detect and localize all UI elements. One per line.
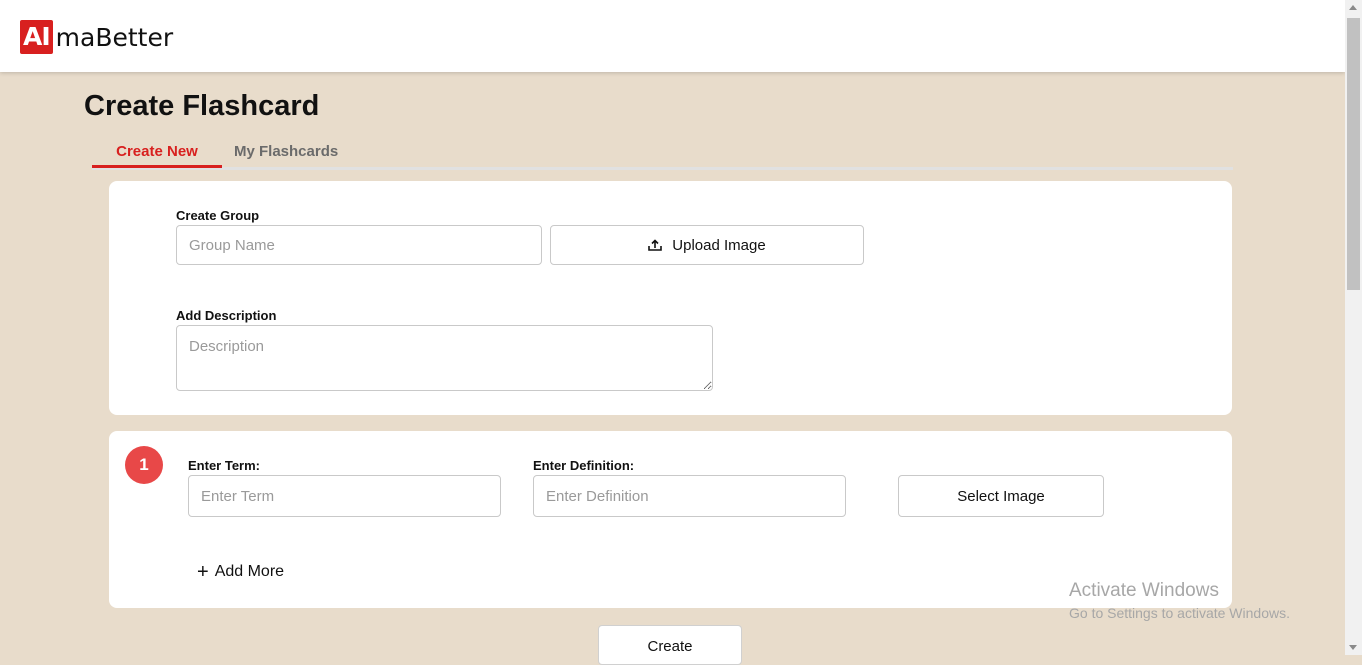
definition-label: Enter Definition:: [533, 458, 635, 473]
add-description-label: Add Description: [176, 308, 277, 323]
watermark-subtitle: Go to Settings to activate Windows.: [1069, 605, 1290, 621]
upload-image-button[interactable]: Upload Image: [550, 225, 864, 265]
term-card: 1 Enter Term: Enter Definition: Select I…: [109, 431, 1232, 608]
group-details-card: Create Group Upload Image Add Descriptio…: [109, 181, 1232, 415]
scrollbar-thumb[interactable]: [1347, 18, 1360, 290]
add-more-label: Add More: [214, 563, 285, 580]
plus-icon: +: [197, 561, 209, 583]
page-scrollbar[interactable]: [1345, 0, 1362, 655]
scroll-down-arrow-icon[interactable]: [1349, 645, 1357, 650]
group-name-input[interactable]: [176, 225, 542, 265]
term-input[interactable]: [188, 475, 501, 517]
tab-bar: Create New My Flashcards: [92, 143, 1233, 170]
description-textarea[interactable]: [176, 325, 713, 391]
page-title: Create Flashcard: [84, 90, 320, 122]
upload-image-label: Upload Image: [672, 236, 766, 254]
logo-badge: AI: [20, 20, 53, 54]
create-group-label: Create Group: [176, 208, 260, 223]
top-navbar: AI maBetter: [0, 0, 1345, 72]
definition-input[interactable]: [533, 475, 846, 517]
term-number-badge: 1: [125, 446, 163, 484]
tab-create-new[interactable]: Create New: [92, 143, 222, 168]
term-label: Enter Term:: [188, 458, 260, 473]
scroll-up-arrow-icon[interactable]: [1349, 5, 1357, 10]
tab-my-flashcards[interactable]: My Flashcards: [234, 143, 338, 160]
create-button[interactable]: Create: [598, 625, 742, 665]
windows-activation-watermark: Activate Windows Go to Settings to activ…: [1069, 580, 1290, 621]
add-more-button[interactable]: + Add More: [197, 562, 284, 582]
logo-text: maBetter: [55, 22, 174, 52]
watermark-title: Activate Windows: [1069, 580, 1219, 601]
almabetter-logo[interactable]: AI maBetter: [20, 20, 173, 54]
upload-icon: [648, 239, 663, 251]
select-image-button[interactable]: Select Image: [898, 475, 1104, 517]
select-image-label: Select Image: [957, 487, 1045, 505]
